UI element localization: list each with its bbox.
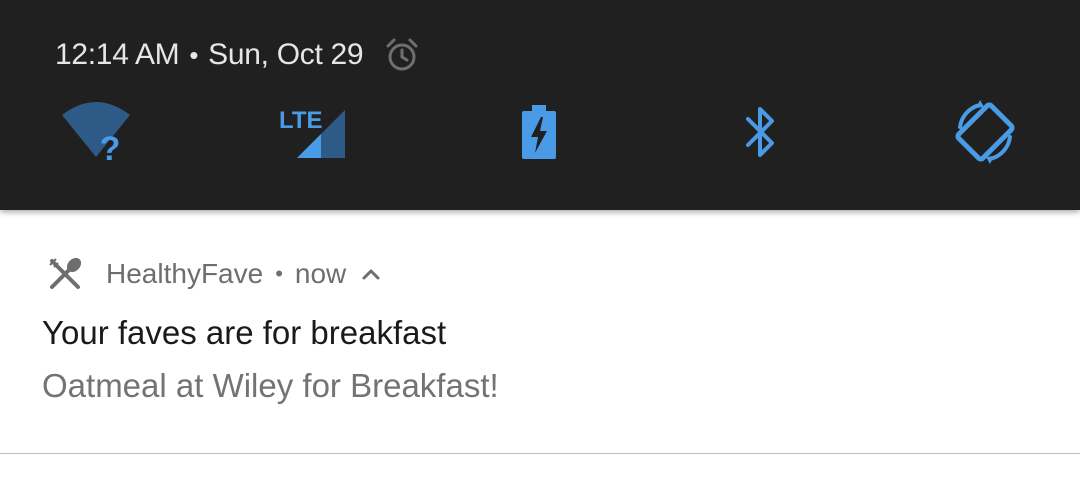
bluetooth-icon	[746, 107, 774, 157]
separator-dot: •	[275, 261, 283, 286]
chevron-up-icon[interactable]	[360, 263, 382, 285]
clock: 12:14 AM	[55, 38, 180, 71]
notification-time: now	[294, 258, 347, 289]
separator-dot: •	[189, 39, 199, 70]
notification-header[interactable]: HealthyFave • now	[46, 254, 382, 294]
battery-saver-tile[interactable]	[499, 92, 579, 172]
wifi-unknown-badge: ?	[100, 130, 121, 167]
auto-rotate-tile[interactable]	[945, 92, 1025, 172]
battery-charging-icon	[522, 105, 556, 159]
lte-label: LTE	[279, 107, 323, 134]
wifi-tile[interactable]: ?	[56, 92, 136, 172]
mobile-data-tile[interactable]: LTE	[274, 92, 354, 172]
auto-rotate-icon	[955, 100, 1015, 164]
app-name: HealthyFave	[106, 258, 264, 289]
date[interactable]: Sun, Oct 29	[208, 38, 363, 72]
fork-spoon-icon	[49, 257, 82, 289]
status-row: 12:14 AM • Sun, Oct 29	[55, 30, 421, 80]
notification-body: Oatmeal at Wiley for Breakfast!	[42, 367, 499, 404]
wifi-unknown-icon: ?	[62, 102, 130, 167]
bluetooth-tile[interactable]	[720, 92, 800, 172]
lte-signal-icon: LTE	[279, 107, 345, 158]
notification-title: Your faves are for breakfast	[42, 314, 447, 351]
alarm-clock-icon[interactable]	[383, 36, 421, 74]
below-area	[0, 454, 1080, 481]
notification-shade-header: 12:14 AM • Sun, Oct 29 ? LTE	[0, 0, 1080, 210]
notification-card[interactable]: HealthyFave • now Your faves are for bre…	[0, 210, 1080, 454]
